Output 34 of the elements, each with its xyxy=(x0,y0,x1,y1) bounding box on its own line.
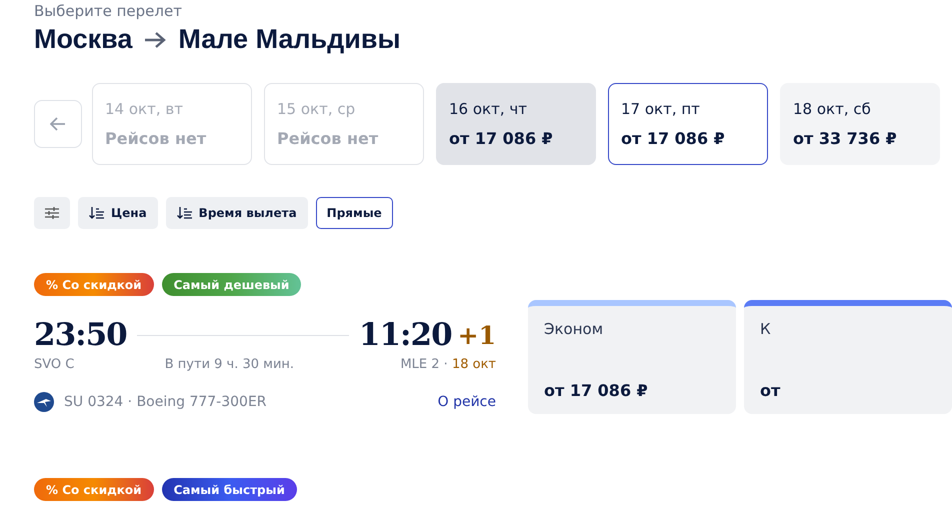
date-card[interactable]: 18 окт, сб от 33 736 ₽ xyxy=(780,83,940,165)
flight-duration: В пути 9 ч. 30 мин. xyxy=(164,357,294,372)
flight-tag: % Со скидкой xyxy=(34,273,154,296)
arrow-left-icon xyxy=(50,117,66,131)
flight-tag: % Со скидкой xyxy=(34,478,154,501)
sort-icon xyxy=(89,207,105,219)
departure-airport: SVO C xyxy=(34,357,74,372)
settings-button[interactable] xyxy=(34,197,70,229)
fare-price: от 17 086 ₽ xyxy=(544,381,649,400)
fare-card[interactable]: К от xyxy=(744,300,952,414)
date-card[interactable]: 16 окт, чт от 17 086 ₽ xyxy=(436,83,596,165)
date-card[interactable]: 17 окт, пт от 17 086 ₽ xyxy=(608,83,768,165)
fare-name: Эконом xyxy=(544,320,604,338)
airline-logo-icon xyxy=(34,392,54,412)
fare-card[interactable]: Эконом от 17 086 ₽ xyxy=(528,300,736,414)
arrow-icon xyxy=(144,30,166,48)
filter-toggle[interactable]: Прямые xyxy=(316,197,393,229)
flight-info: SU 0324 · Boeing 777-300ER xyxy=(64,394,267,410)
destination-city: Мале Мальдивы xyxy=(178,24,401,55)
arrival-time: 11:20 xyxy=(358,317,452,353)
arrival-airport: MLE 2 · 18 окт xyxy=(400,357,496,372)
fare-name: К xyxy=(760,320,772,338)
sort-button[interactable]: Время вылета xyxy=(166,197,308,229)
fare-price: от xyxy=(760,381,782,400)
sort-button[interactable]: Цена xyxy=(78,197,158,229)
departure-time: 23:50 xyxy=(34,317,127,353)
origin-city: Москва xyxy=(34,24,132,55)
day-shift: +1 xyxy=(458,320,496,350)
sort-icon xyxy=(176,207,193,219)
flight-tag: Самый быстрый xyxy=(162,478,297,501)
flight-tag: Самый дешевый xyxy=(162,273,302,296)
page-subtitle: Выберите перелет xyxy=(34,2,183,20)
flight-details-link[interactable]: О рейсе xyxy=(438,394,496,410)
settings-icon xyxy=(45,207,59,219)
